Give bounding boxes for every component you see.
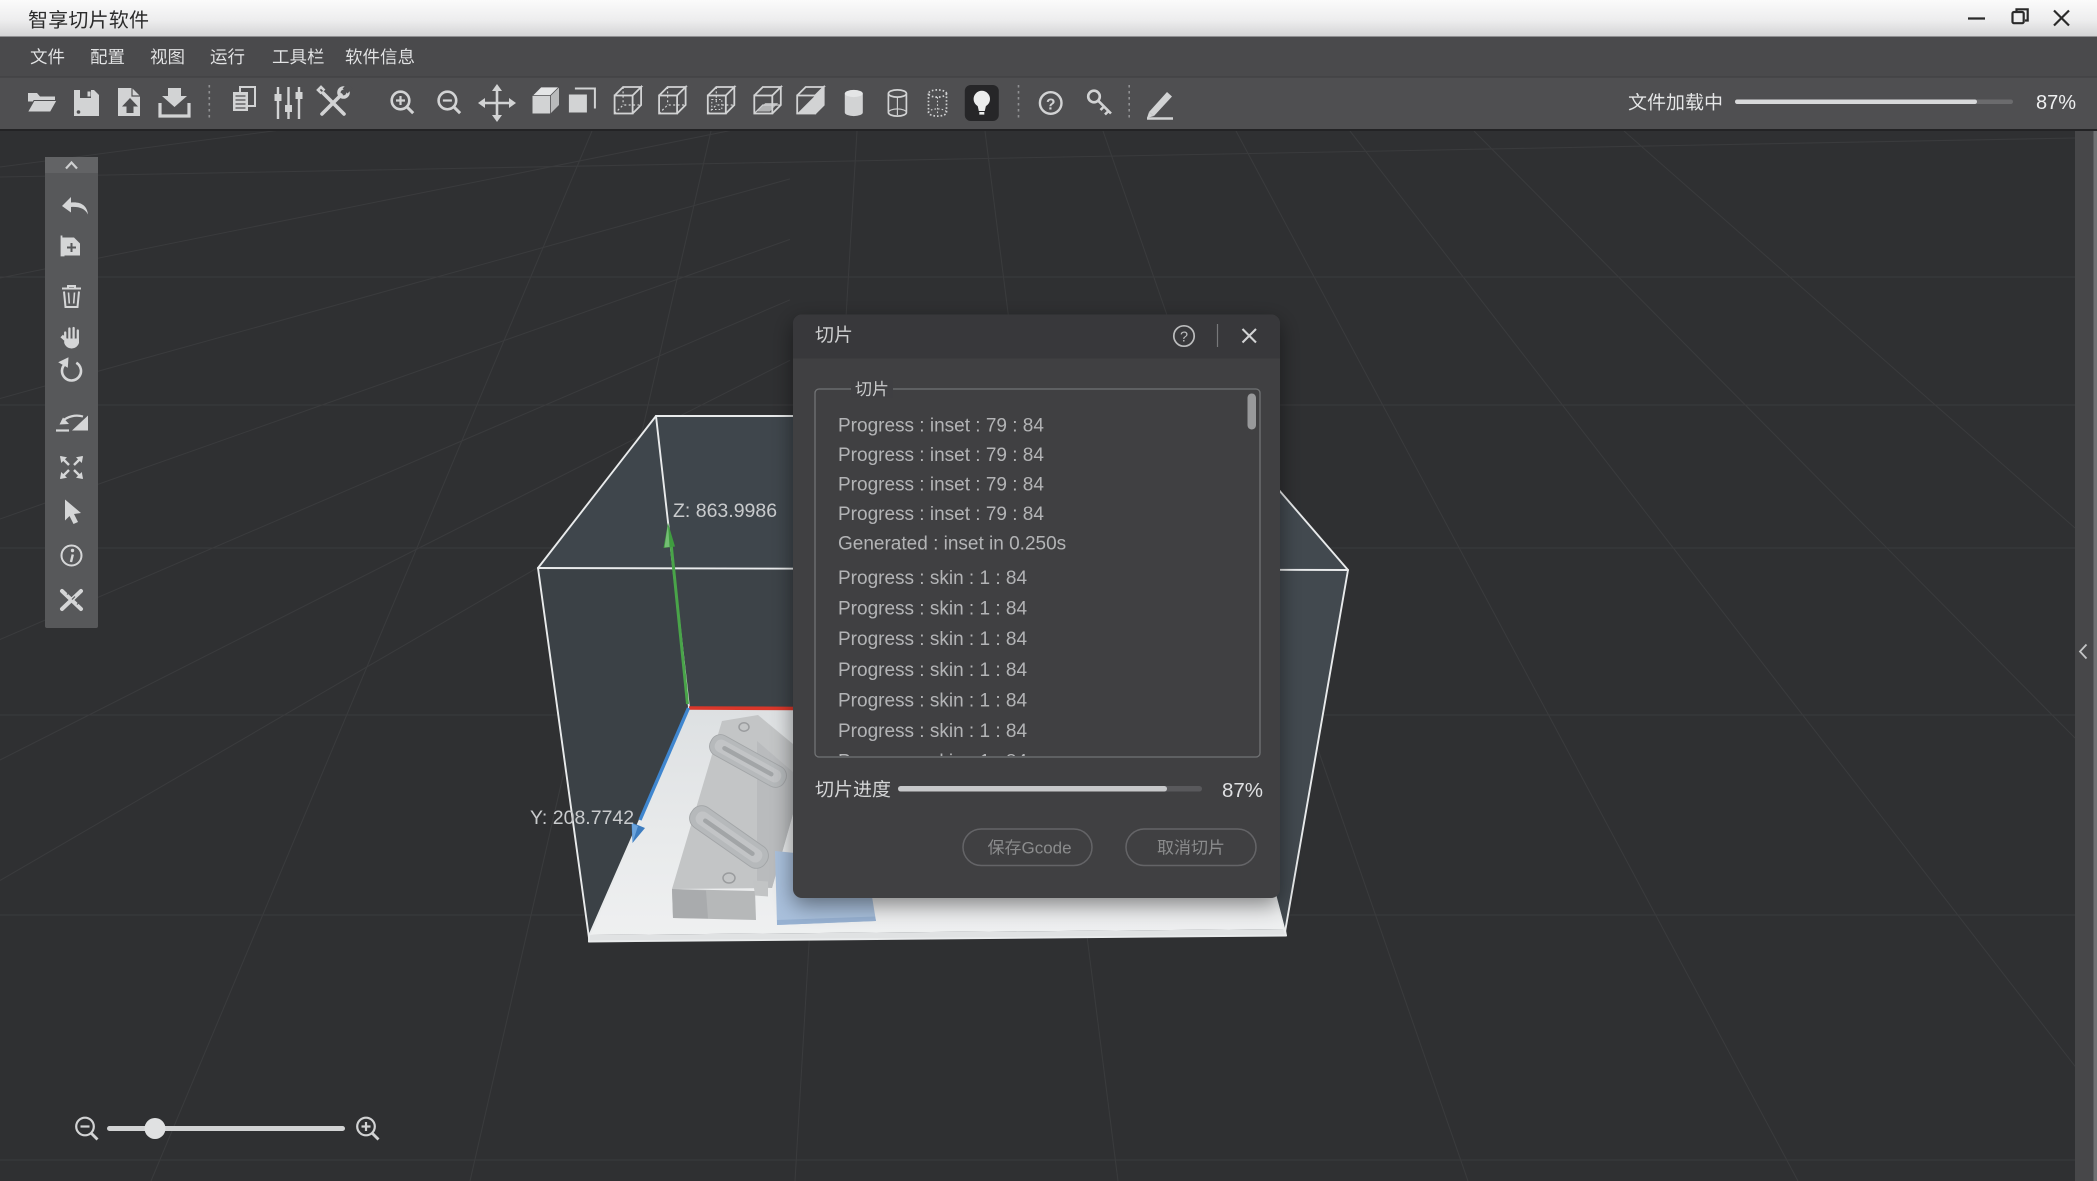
svg-text:Progress : skin : 1 : 84: Progress : skin : 1 : 84: [838, 568, 1027, 589]
svg-text:Y: 208.7742: Y: 208.7742: [530, 807, 634, 829]
svg-text:Progress : inset : 79 : 84: Progress : inset : 79 : 84: [838, 445, 1044, 466]
svg-text:Progress : skin : 1 : 84: Progress : skin : 1 : 84: [838, 690, 1027, 711]
svg-text:?: ?: [1180, 330, 1188, 346]
svg-text:Progress : skin : 1 : 84: Progress : skin : 1 : 84: [838, 721, 1027, 742]
svg-text:Progress : skin : 1 : 84: Progress : skin : 1 : 84: [838, 629, 1027, 650]
svg-text:Gcode: Gcode: [1022, 839, 1072, 858]
svg-text:Progress : inset : 79 : 84: Progress : inset : 79 : 84: [838, 416, 1044, 437]
svg-text:?: ?: [1046, 97, 1055, 114]
svg-text:Progress : inset : 79 : 84: Progress : inset : 79 : 84: [838, 475, 1044, 496]
svg-text:Progress : skin : 1 : 84: Progress : skin : 1 : 84: [838, 660, 1027, 681]
svg-text:Progress : skin : 1 : 84: Progress : skin : 1 : 84: [838, 599, 1027, 620]
svg-text:Generated : inset in 0.250s: Generated : inset in 0.250s: [838, 534, 1066, 555]
svg-text:Z: 863.9986: Z: 863.9986: [673, 500, 777, 522]
svg-text:87%: 87%: [1222, 779, 1263, 802]
svg-text:87%: 87%: [2036, 92, 2076, 114]
svg-text:Progress : inset : 79 : 84: Progress : inset : 79 : 84: [838, 504, 1044, 525]
